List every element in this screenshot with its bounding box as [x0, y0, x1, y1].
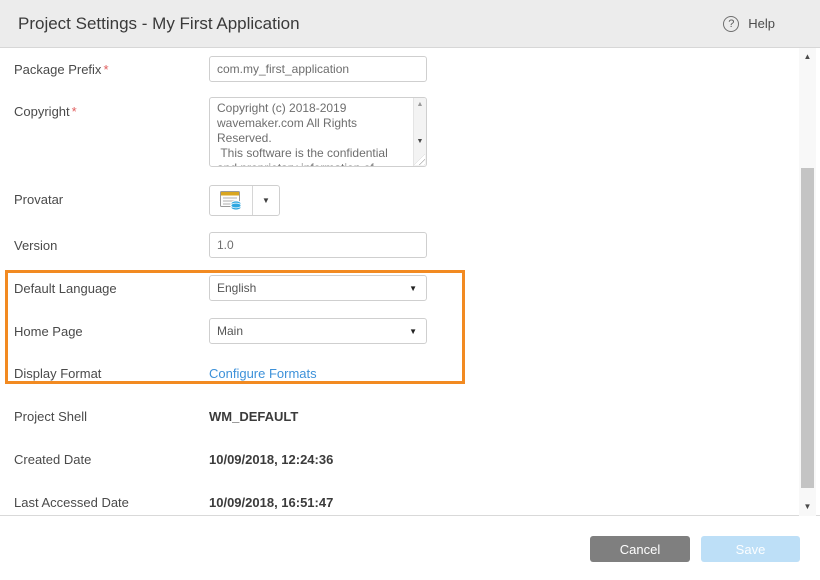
page-title: Project Settings - My First Application [18, 14, 300, 34]
copyright-textarea[interactable]: Copyright (c) 2018-2019 wavemaker.com Al… [209, 97, 427, 167]
footer-divider [0, 515, 820, 516]
help-icon: ? [723, 16, 739, 32]
default-language-label: Default Language [14, 281, 117, 296]
help-label: Help [748, 16, 775, 31]
chevron-down-icon[interactable]: ▼ [253, 186, 279, 215]
version-input[interactable] [209, 232, 427, 258]
project-shell-label: Project Shell [14, 409, 87, 424]
version-label: Version [14, 238, 57, 253]
copyright-text: Copyright (c) 2018-2019 wavemaker.com Al… [210, 98, 413, 166]
required-asterisk: * [103, 62, 108, 77]
label-text: Copyright [14, 104, 70, 119]
copyright-label: Copyright* [14, 104, 77, 119]
configure-formats-link[interactable]: Configure Formats [209, 366, 317, 381]
label-text: Package Prefix [14, 62, 101, 77]
scrollbar-thumb[interactable] [801, 168, 814, 488]
project-shell-value: WM_DEFAULT [209, 409, 298, 424]
last-accessed-date-label: Last Accessed Date [14, 495, 129, 510]
display-format-label: Display Format [14, 366, 101, 381]
home-page-label: Home Page [14, 324, 83, 339]
package-prefix-label: Package Prefix* [14, 62, 109, 77]
created-date-label: Created Date [14, 452, 91, 467]
provatar-icon[interactable] [210, 186, 253, 215]
last-accessed-date-value: 10/09/2018, 16:51:47 [209, 495, 333, 510]
scroll-down-icon[interactable]: ▼ [414, 136, 426, 148]
selected-value: English [217, 281, 256, 295]
save-button[interactable]: Save [701, 536, 800, 562]
chevron-down-icon: ▼ [409, 327, 417, 336]
scroll-down-icon[interactable]: ▼ [799, 500, 816, 514]
provatar-button[interactable]: ▼ [209, 185, 280, 216]
cancel-button[interactable]: Cancel [590, 536, 690, 562]
default-language-select[interactable]: English ▼ [209, 275, 427, 301]
chevron-down-icon: ▼ [409, 284, 417, 293]
help-button[interactable]: ? Help [723, 16, 775, 32]
provatar-label: Provatar [14, 192, 63, 207]
created-date-value: 10/09/2018, 12:24:36 [209, 452, 333, 467]
selected-value: Main [217, 324, 243, 338]
package-prefix-input[interactable] [209, 56, 427, 82]
dialog-header: Project Settings - My First Application … [0, 0, 820, 48]
required-asterisk: * [72, 104, 77, 119]
home-page-select[interactable]: Main ▼ [209, 318, 427, 344]
scroll-up-icon[interactable]: ▲ [414, 99, 426, 111]
scroll-up-icon[interactable]: ▲ [799, 50, 816, 64]
vertical-scrollbar[interactable]: ▲ ▼ [799, 48, 816, 516]
